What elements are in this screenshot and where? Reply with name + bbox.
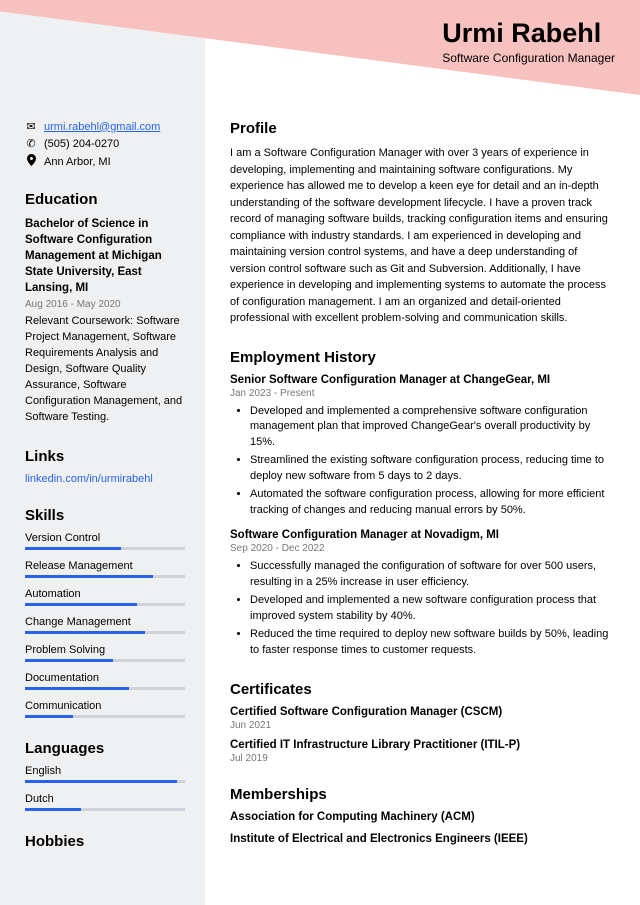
header: Urmi Rabehl Software Configuration Manag… bbox=[442, 18, 615, 65]
skill-fill bbox=[25, 659, 113, 662]
language-item: Dutch bbox=[25, 793, 185, 811]
skill-fill bbox=[25, 603, 137, 606]
main-content: Profile I am a Software Configuration Ma… bbox=[205, 0, 640, 905]
job-bullet: Developed and implemented a new software… bbox=[250, 593, 615, 625]
language-fill bbox=[25, 808, 81, 811]
job-bullet: Reduced the time required to deploy new … bbox=[250, 627, 615, 659]
membership-item: Association for Computing Machinery (ACM… bbox=[230, 811, 615, 823]
links-heading: Links bbox=[25, 448, 185, 465]
skill-fill bbox=[25, 715, 73, 718]
hobbies-heading: Hobbies bbox=[25, 833, 185, 850]
phone-text: (505) 204-0270 bbox=[44, 138, 119, 150]
language-item: English bbox=[25, 765, 185, 783]
email-link[interactable]: urmi.rabehl@gmail.com bbox=[44, 121, 160, 133]
language-name: English bbox=[25, 765, 185, 777]
skill-name: Automation bbox=[25, 588, 185, 600]
skill-fill bbox=[25, 575, 153, 578]
certificate-date: Jun 2021 bbox=[230, 720, 615, 731]
skill-item: Communication bbox=[25, 700, 185, 718]
job-entry: Software Configuration Manager at Novadi… bbox=[230, 529, 615, 659]
skill-name: Problem Solving bbox=[25, 644, 185, 656]
location-icon bbox=[25, 154, 37, 169]
profile-text: I am a Software Configuration Manager wi… bbox=[230, 145, 615, 327]
language-bar bbox=[25, 780, 185, 783]
job-entry: Senior Software Configuration Manager at… bbox=[230, 374, 615, 520]
employment-heading: Employment History bbox=[230, 349, 615, 366]
education-description: Relevant Coursework: Software Project Ma… bbox=[25, 314, 185, 426]
profile-heading: Profile bbox=[230, 120, 615, 137]
skill-fill bbox=[25, 631, 145, 634]
skill-item: Documentation bbox=[25, 672, 185, 690]
skill-name: Communication bbox=[25, 700, 185, 712]
skill-bar bbox=[25, 631, 185, 634]
memberships-heading: Memberships bbox=[230, 786, 615, 803]
sidebar: ✉ urmi.rabehl@gmail.com ✆ (505) 204-0270… bbox=[0, 0, 205, 905]
languages-heading: Languages bbox=[25, 740, 185, 757]
job-bullet: Developed and implemented a comprehensiv… bbox=[250, 404, 615, 452]
job-title: Software Configuration Manager at Novadi… bbox=[230, 529, 615, 541]
certificates-heading: Certificates bbox=[230, 681, 615, 698]
skill-bar bbox=[25, 575, 185, 578]
contact-location: Ann Arbor, MI bbox=[25, 154, 185, 169]
job-bullet: Streamlined the existing software config… bbox=[250, 453, 615, 485]
skill-bar bbox=[25, 659, 185, 662]
certificate-title: Certified IT Infrastructure Library Prac… bbox=[230, 739, 615, 751]
skill-fill bbox=[25, 687, 129, 690]
skill-item: Version Control bbox=[25, 532, 185, 550]
certificate-entry: Certified IT Infrastructure Library Prac… bbox=[230, 739, 615, 764]
membership-item: Institute of Electrical and Electronics … bbox=[230, 833, 615, 845]
skills-heading: Skills bbox=[25, 507, 185, 524]
linkedin-link[interactable]: linkedin.com/in/urmirabehl bbox=[25, 473, 185, 485]
skill-fill bbox=[25, 547, 121, 550]
job-bullet: Successfully managed the configuration o… bbox=[250, 559, 615, 591]
contact-email: ✉ urmi.rabehl@gmail.com bbox=[25, 120, 185, 133]
job-title-header: Software Configuration Manager bbox=[442, 51, 615, 65]
certificate-entry: Certified Software Configuration Manager… bbox=[230, 706, 615, 731]
job-bullet: Automated the software configuration pro… bbox=[250, 487, 615, 519]
skill-name: Documentation bbox=[25, 672, 185, 684]
skill-bar bbox=[25, 715, 185, 718]
location-text: Ann Arbor, MI bbox=[44, 156, 111, 168]
job-bullets: Developed and implemented a comprehensiv… bbox=[230, 404, 615, 520]
skill-item: Problem Solving bbox=[25, 644, 185, 662]
education-date: Aug 2016 - May 2020 bbox=[25, 299, 185, 310]
education-heading: Education bbox=[25, 191, 185, 208]
skill-bar bbox=[25, 603, 185, 606]
contact-phone: ✆ (505) 204-0270 bbox=[25, 137, 185, 150]
job-bullets: Successfully managed the configuration o… bbox=[230, 559, 615, 659]
skill-item: Release Management bbox=[25, 560, 185, 578]
skill-name: Change Management bbox=[25, 616, 185, 628]
job-title: Senior Software Configuration Manager at… bbox=[230, 374, 615, 386]
skill-name: Version Control bbox=[25, 532, 185, 544]
education-degree: Bachelor of Science in Software Configur… bbox=[25, 216, 185, 296]
skill-bar bbox=[25, 547, 185, 550]
skill-item: Change Management bbox=[25, 616, 185, 634]
language-name: Dutch bbox=[25, 793, 185, 805]
job-date: Jan 2023 - Present bbox=[230, 388, 615, 399]
phone-icon: ✆ bbox=[25, 137, 37, 150]
language-fill bbox=[25, 780, 177, 783]
person-name: Urmi Rabehl bbox=[442, 18, 615, 49]
language-bar bbox=[25, 808, 185, 811]
job-date: Sep 2020 - Dec 2022 bbox=[230, 543, 615, 554]
skill-item: Automation bbox=[25, 588, 185, 606]
skill-bar bbox=[25, 687, 185, 690]
certificate-title: Certified Software Configuration Manager… bbox=[230, 706, 615, 718]
certificate-date: Jul 2019 bbox=[230, 753, 615, 764]
email-icon: ✉ bbox=[25, 120, 37, 133]
skill-name: Release Management bbox=[25, 560, 185, 572]
